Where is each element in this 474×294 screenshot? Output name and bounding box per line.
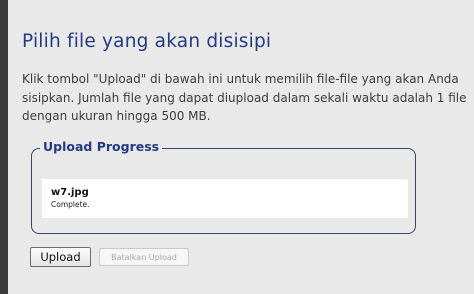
upload-progress-fieldset: Upload Progress w7.jpg Complete. <box>31 139 416 234</box>
left-edge-bar <box>0 0 8 294</box>
file-status: Complete. <box>51 200 90 209</box>
instructions-line: sisipkan. Jumlah file yang dapat diuploa… <box>22 90 467 105</box>
instructions-text: Klik tombol "Upload" di bawah ini untuk … <box>22 70 474 126</box>
instructions-line: Klik tombol "Upload" di bawah ini untuk … <box>22 72 459 86</box>
instructions-line: dengan ukuran hingga 500 MB. <box>22 109 211 123</box>
cancel-upload-button[interactable]: Batalkan Upload <box>99 248 189 266</box>
upload-progress-legend: Upload Progress <box>40 139 163 154</box>
file-progress-item: w7.jpg Complete. <box>42 179 408 218</box>
insert-file-panel: Pilih file yang akan disisipi Klik tombo… <box>8 0 474 294</box>
upload-button[interactable]: Upload <box>30 247 91 267</box>
page-title: Pilih file yang akan disisipi <box>22 31 272 52</box>
file-name: w7.jpg <box>51 187 89 198</box>
